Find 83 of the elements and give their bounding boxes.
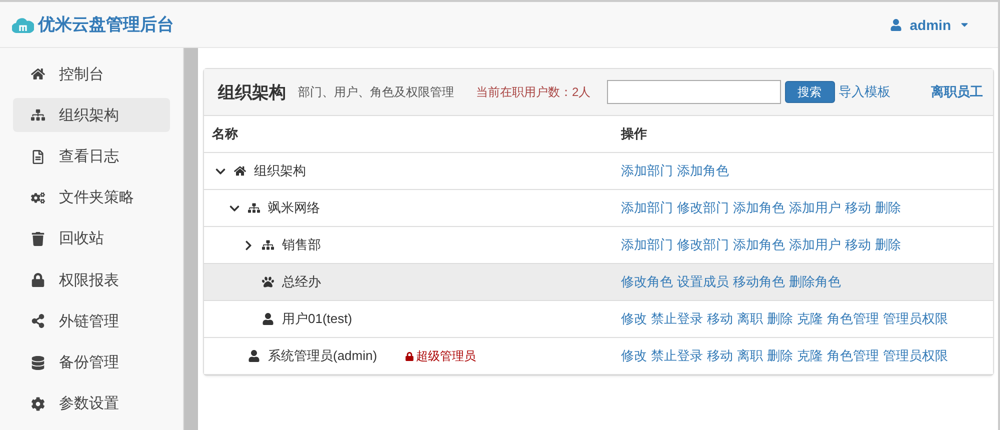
sidebar-item[interactable]: 控制台 <box>13 57 170 92</box>
home-icon <box>234 165 246 177</box>
home-icon <box>31 67 45 82</box>
action-link[interactable]: 克隆 <box>797 310 823 328</box>
action-link[interactable]: 设置成员 <box>677 273 729 291</box>
action-link[interactable]: 删除 <box>875 199 901 217</box>
search-field[interactable] <box>606 80 781 104</box>
column-header: 操作 <box>621 125 647 143</box>
action-link[interactable]: 角色管理 <box>827 310 879 328</box>
action-link[interactable]: 克隆 <box>797 347 823 365</box>
sidebar-item[interactable]: 备份管理 <box>13 346 170 380</box>
sidebar-item[interactable]: 文件夹策略 <box>13 180 170 215</box>
node-label[interactable]: 飒米网络 <box>268 199 320 217</box>
chevron-right-icon[interactable] <box>242 240 254 250</box>
node-label[interactable]: 用户01(test) <box>282 310 352 328</box>
paw-icon <box>262 276 274 288</box>
node-label[interactable]: 系统管理员(admin) <box>268 347 378 365</box>
action-link[interactable]: 移动 <box>845 236 871 254</box>
sitemap-icon <box>31 108 45 122</box>
action-link[interactable]: 移动 <box>845 199 871 217</box>
settings-icon <box>31 396 45 411</box>
action-link[interactable]: 角色管理 <box>827 347 879 365</box>
sidebar-item[interactable]: 参数设置 <box>13 386 170 421</box>
sitemap-icon <box>248 202 260 214</box>
action-link[interactable]: 修改角色 <box>621 273 673 291</box>
cloud-logo-icon <box>12 16 34 32</box>
chevron-down-icon[interactable] <box>214 166 226 176</box>
import-template-link[interactable]: 导入模板 <box>838 83 891 101</box>
node-label[interactable]: 销售部 <box>282 236 321 254</box>
search-button[interactable]: 搜索 <box>784 81 835 103</box>
action-link[interactable]: 添加用户 <box>789 236 841 254</box>
sidebar-item[interactable]: 组织架构 <box>13 98 170 132</box>
action-link[interactable]: 添加用户 <box>789 199 841 217</box>
action-link[interactable]: 移动 <box>707 310 733 328</box>
action-link[interactable]: 离职 <box>737 347 763 365</box>
action-link[interactable]: 添加角色 <box>733 236 785 254</box>
share-icon <box>31 314 45 328</box>
action-link[interactable]: 修改部门 <box>677 199 729 217</box>
sidebar-item[interactable]: 权限报表 <box>13 263 170 298</box>
database-icon <box>31 356 45 370</box>
action-link[interactable]: 移动 <box>707 347 733 365</box>
sidebar-item[interactable]: 外链管理 <box>13 304 170 339</box>
panel-title: 组织架构 <box>218 82 286 104</box>
action-link[interactable]: 删除 <box>767 347 793 365</box>
action-link[interactable]: 管理员权限 <box>883 310 948 328</box>
resigned-staff-link[interactable]: 离职员工 <box>931 83 983 101</box>
lock-icon <box>405 352 414 360</box>
action-link[interactable]: 删除角色 <box>789 273 841 291</box>
sidebar-item[interactable]: 回收站 <box>13 222 170 256</box>
panel-subtitle: 部门、用户、角色及权限管理 <box>298 84 454 100</box>
action-link[interactable]: 管理员权限 <box>883 347 948 365</box>
sidebar-item[interactable]: 查看日志 <box>13 139 170 174</box>
action-link[interactable]: 修改 <box>621 347 647 365</box>
trash-icon <box>31 232 45 246</box>
user-menu[interactable]: admin <box>890 16 970 32</box>
action-link[interactable]: 禁止登录 <box>651 310 703 328</box>
lock-icon <box>31 273 45 288</box>
scrollbar[interactable] <box>183 48 198 430</box>
chevron-down-icon[interactable] <box>228 202 240 214</box>
node-label[interactable]: 总经办 <box>282 273 321 291</box>
action-link[interactable]: 移动角色 <box>733 273 785 291</box>
action-link[interactable]: 离职 <box>737 310 763 328</box>
action-link[interactable]: 添加角色 <box>733 199 785 217</box>
action-link[interactable]: 添加部门 <box>621 199 673 217</box>
app-title: 优米云盘管理后台 <box>38 14 174 36</box>
action-link[interactable]: 修改 <box>621 310 647 328</box>
sitemap-icon <box>262 239 274 251</box>
gears-icon <box>31 190 45 205</box>
action-link[interactable]: 添加角色 <box>677 162 729 180</box>
role-label: 超级管理员 <box>416 348 476 364</box>
column-header: 名称 <box>212 125 238 143</box>
action-link[interactable]: 修改部门 <box>677 236 729 254</box>
action-link[interactable]: 添加部门 <box>621 236 673 254</box>
file-icon <box>31 150 45 164</box>
action-link[interactable]: 添加部门 <box>621 162 673 180</box>
action-link[interactable]: 禁止登录 <box>651 347 703 365</box>
action-link[interactable]: 删除 <box>767 310 793 328</box>
user-icon <box>262 313 274 325</box>
user-icon <box>890 18 902 30</box>
user-count: 当前在职用户数：2人 <box>476 84 591 100</box>
node-label[interactable]: 组织架构 <box>254 162 306 180</box>
user-icon <box>248 350 260 362</box>
action-link[interactable]: 删除 <box>875 236 901 254</box>
